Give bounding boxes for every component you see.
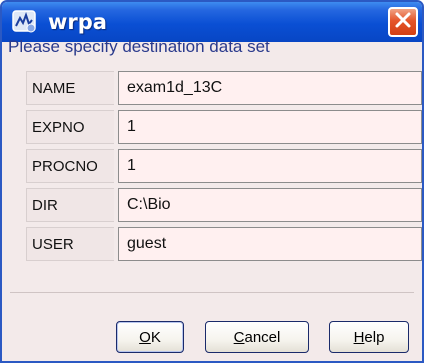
prompt-text: Please specify destination data set bbox=[8, 37, 270, 56]
window-title: wrpa bbox=[48, 10, 107, 34]
close-icon bbox=[394, 11, 412, 34]
app-icon bbox=[10, 7, 40, 37]
help-label-rest: elp bbox=[364, 328, 385, 346]
cancel-label-rest: ancel bbox=[244, 328, 281, 346]
ok-mnemonic: O bbox=[139, 328, 151, 346]
title-bar[interactable]: wrpa bbox=[2, 2, 422, 42]
help-mnemonic: H bbox=[353, 328, 365, 346]
name-label: NAME bbox=[26, 71, 114, 105]
field-row-procno: PROCNO bbox=[26, 149, 422, 183]
procno-label: PROCNO bbox=[26, 149, 114, 183]
help-button[interactable]: Help bbox=[329, 321, 409, 353]
cancel-mnemonic: C bbox=[233, 328, 245, 346]
procno-input[interactable] bbox=[118, 149, 422, 183]
dir-label: DIR bbox=[26, 188, 114, 222]
dir-input[interactable] bbox=[118, 188, 422, 222]
expno-input[interactable] bbox=[118, 110, 422, 144]
field-list: NAME EXPNO PROCNO DIR USER bbox=[26, 71, 422, 266]
wrpa-dialog: wrpa Please specify destination data set… bbox=[0, 0, 424, 363]
button-separator bbox=[10, 292, 414, 293]
field-row-user: USER bbox=[26, 227, 422, 261]
user-input[interactable] bbox=[118, 227, 422, 261]
field-row-name: NAME bbox=[26, 71, 422, 105]
close-button[interactable] bbox=[388, 7, 418, 37]
user-label: USER bbox=[26, 227, 114, 261]
cancel-button[interactable]: Cancel bbox=[205, 321, 309, 353]
expno-label: EXPNO bbox=[26, 110, 114, 144]
field-row-dir: DIR bbox=[26, 188, 422, 222]
ok-label-rest: K bbox=[150, 328, 161, 346]
ok-button[interactable]: OK bbox=[116, 321, 184, 353]
name-input[interactable] bbox=[118, 71, 422, 105]
field-row-expno: EXPNO bbox=[26, 110, 422, 144]
